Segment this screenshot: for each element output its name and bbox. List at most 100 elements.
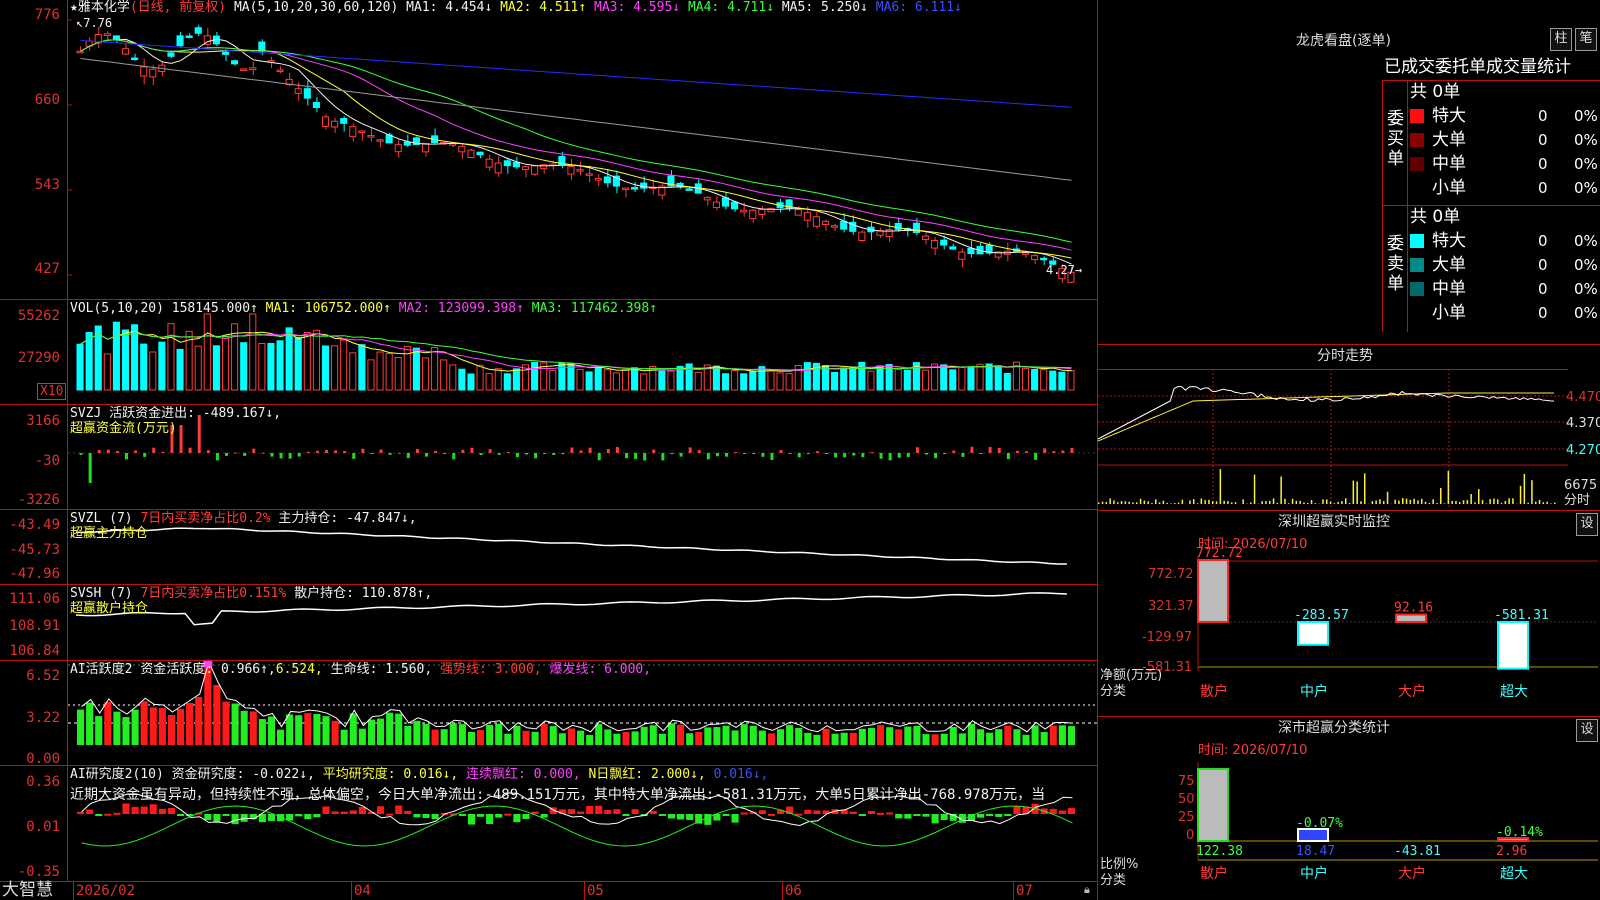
svzj-bar [388,453,392,455]
intraday-vol-bar [1177,502,1180,504]
ai-research-bar [940,814,948,820]
ma4-value: MA4: 4.711↓ [687,0,775,15]
intraday-panel[interactable]: 分时走势 4.470 4.370 4.270 6675 分时 [1097,345,1600,510]
buy-order-swatch [1410,157,1424,171]
kline-candle [1040,257,1048,261]
svzj-bar [325,449,328,453]
vol-bar [876,365,884,391]
svzj-bar [106,449,110,453]
ai-research-bar [231,814,239,825]
ai-research-bar [767,813,775,816]
szm-cat-1: 中户 [1300,683,1328,700]
ai-active-bar [258,719,266,745]
svzj-bar [915,447,919,453]
intraday-vol-bar [1459,502,1461,504]
ai-research-name: AI研究度2(10) [70,767,164,782]
ma6-value: MA6: 6.111↓ [875,0,962,15]
ai-active-bar [822,728,830,745]
kline-candle [1031,255,1039,261]
vol-bar [940,364,948,391]
svzj-bar [243,453,247,456]
ai-research-bar [631,809,639,814]
ai-research-bar [504,813,512,816]
svzj-bar [697,450,701,453]
bar-view-button[interactable]: 柱 [1550,28,1572,51]
kline-mode[interactable]: (日线, 前复权) [130,0,226,15]
svzj-bar [725,453,728,457]
intraday-vol-bar [1364,473,1366,504]
ai-research-v1: 资金研究度: -0.022↓, [171,767,315,782]
lock-icon[interactable]: 🔒︎ [1084,882,1090,898]
ai-active-bar [722,725,730,745]
kline-candle [840,220,848,230]
kline-candle [567,165,575,175]
szm-cat-0: 散户 [1200,683,1228,700]
kline-candle [821,220,830,225]
svzj-bar [988,446,992,453]
buy-order-swatch [1410,109,1424,123]
kline-candle [467,149,475,159]
intraday-vol-bar [1546,501,1548,504]
vol-bar [621,368,630,391]
vol-bar [640,373,648,391]
vol-bar [167,323,175,391]
date-axis: 2026/02 04 05 06 07 🔒︎ [68,882,1097,900]
intraday-vol-bar [1136,502,1138,504]
ai-research-v3: 连续飘红: 0.000, [466,767,581,782]
ai-active-bar [467,731,475,745]
sell-order-label: 中单 [1432,279,1466,299]
svzj-bar [88,453,92,483]
ai-active-bar [149,707,157,745]
kline-candle [140,66,148,77]
sz-class-axis-2: 25 [1178,810,1195,825]
ai-active-bar [795,727,803,745]
svzj-bar [252,448,256,453]
sz-monitor-ylabel: 净额(万元) [1100,668,1163,683]
intraday-vol-bar [1523,473,1526,504]
kline-candle [494,162,502,174]
kline-panel[interactable] [68,0,1097,299]
ai-research-bar [404,810,412,814]
svzj-bar [579,450,583,453]
svzj-bar [1061,450,1065,453]
tick-view-button[interactable]: 笔 [1575,28,1597,51]
svzj-bar [379,449,383,453]
vol-bar [803,362,811,391]
brand-logo[interactable]: 大智慧 [2,881,53,900]
vol-bar [440,359,448,391]
ai-active-bar [886,727,894,745]
ai-research-bar [386,813,394,816]
ma3-value: MA3: 4.595↓ [594,0,681,15]
svzl-subtitle: 超赢主力持仓 [70,526,149,541]
ai-active-v1: 资金活跃度: 0.966↑, [140,662,276,677]
ai-active-bar [458,724,466,745]
svzj-axis-1: -30 [34,453,60,469]
ai-active-bar [695,731,703,745]
intraday-vol-bar [1409,499,1412,504]
svzj-header: SVZJ 活跃资金进出: -489.167↓, [70,406,281,422]
vol-bar [376,351,384,391]
kline-candle [121,48,130,55]
ai-research-bar [658,814,666,816]
ai-active-bar [931,734,939,745]
kline-candle [367,135,375,138]
intraday-chart [1097,369,1568,509]
ai-research-panel[interactable] [68,766,1097,881]
intraday-vol-bar [1124,501,1127,504]
stock-name[interactable]: ★雅本化学 [70,0,130,15]
intraday-vol-bar [1269,500,1271,504]
ai-research-bar [858,814,866,816]
svzj-bar [897,453,901,458]
ai-active-v5: 爆发线: 6.000, [549,662,652,677]
intraday-vol-bar [1478,489,1480,504]
ai-research-bar [458,814,466,816]
szm-cat-3: 超大 [1500,684,1528,700]
ai-active-bar [195,697,203,745]
vol-bar [603,369,611,391]
kline-candle [812,216,820,227]
intraday-vol-bar [1223,500,1225,504]
intraday-vol-bar [1356,481,1358,504]
svzj-bar [534,453,538,459]
svzj-bar [625,453,628,459]
intraday-axis-1: 4.370 [1566,416,1600,431]
